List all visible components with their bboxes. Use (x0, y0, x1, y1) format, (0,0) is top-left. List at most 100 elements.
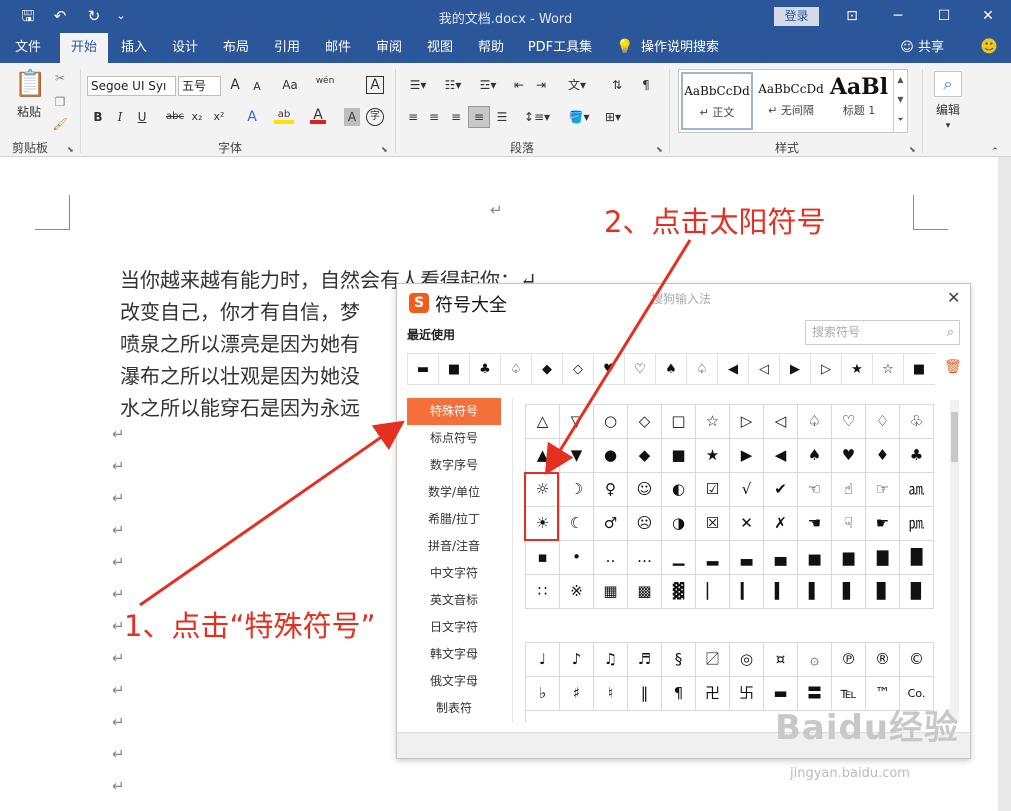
category-item[interactable]: 中文字符 (407, 560, 501, 587)
symbol-cell[interactable]: ◆ (628, 439, 662, 473)
tab-design[interactable]: 设计 (163, 33, 207, 63)
style-normal[interactable]: AaBbCcDd ↵ 正文 (681, 72, 753, 130)
symbol-cell[interactable]: ▪ (526, 541, 560, 575)
scroll-thumb[interactable] (951, 412, 958, 462)
symbol-cell[interactable]: ☽ (560, 473, 594, 507)
undo-icon[interactable]: ↶ (48, 6, 72, 26)
search-icon[interactable]: ⌕ (947, 321, 954, 344)
tell-me-search[interactable]: 操作说明搜索 (640, 33, 720, 63)
symbol-cell[interactable]: ♣ (900, 439, 934, 473)
symbol-cell[interactable]: ▷ (730, 405, 764, 439)
font-launcher-icon[interactable]: ⬊ (381, 145, 388, 154)
symbol-cell[interactable]: ® (866, 643, 900, 677)
symbol-cell[interactable]: ▆ (832, 541, 866, 575)
styles-scroll-icon[interactable]: ▲ ▼ ⏷ (893, 70, 907, 132)
recent-symbol[interactable]: ♠ (655, 354, 686, 385)
symbol-cell[interactable]: ▃ (730, 541, 764, 575)
symbol-cell[interactable]: ☒ (696, 507, 730, 541)
symbol-cell[interactable]: ☺ (628, 473, 662, 507)
symbol-cell[interactable]: ▦ (594, 575, 628, 609)
symbol-cell[interactable]: ☛ (866, 507, 900, 541)
symbol-cell[interactable]: ♫ (594, 643, 628, 677)
symbol-cell[interactable]: ♥ (832, 439, 866, 473)
symbol-cell[interactable]: ♢ (866, 405, 900, 439)
increase-indent-icon[interactable]: ⇥ (532, 76, 550, 94)
font-name-select[interactable]: Segoe UI Syı (87, 76, 176, 96)
close-window-icon[interactable]: ✕ (965, 0, 1011, 33)
recent-symbol[interactable]: ☆ (872, 354, 903, 385)
symbol-cell[interactable]: ♦ (866, 439, 900, 473)
recent-symbol[interactable]: ◆ (531, 354, 562, 385)
font-size-select[interactable]: 五号 (178, 76, 221, 96)
symbol-cell[interactable]: ☾ (560, 507, 594, 541)
category-item[interactable]: 标点符号 (407, 425, 501, 452)
symbol-cell[interactable]: ▋ (832, 575, 866, 609)
symbol-cell[interactable]: ☞ (866, 473, 900, 507)
recent-symbol[interactable]: ▷ (810, 354, 841, 385)
change-case-icon[interactable]: Aa (278, 76, 302, 94)
symbol-cell[interactable]: ▓ (662, 575, 696, 609)
symbol-cell[interactable]: ♯ (560, 677, 594, 711)
align-center-icon[interactable]: ≡ (425, 108, 443, 126)
asian-layout-icon[interactable]: 文▾ (564, 76, 590, 94)
highlight-color-icon[interactable]: ab (274, 106, 294, 124)
symbol-cell[interactable]: ◁ (764, 405, 798, 439)
symbol-cell[interactable]: ¤ (764, 643, 798, 677)
copy-icon[interactable]: ❐ (52, 93, 68, 111)
subscript-button[interactable]: x₂ (189, 108, 205, 126)
category-item[interactable]: 日文字符 (407, 614, 501, 641)
symbol-cell[interactable]: ▎ (730, 575, 764, 609)
symbol-cell[interactable]: ▄ (764, 541, 798, 575)
tab-file[interactable]: 文件 (6, 33, 50, 63)
symbol-cell[interactable]: ★ (696, 439, 730, 473)
symbol-cell[interactable]: ▼ (560, 439, 594, 473)
save-icon[interactable]: 🖫 (18, 6, 38, 26)
symbol-cell[interactable]: ♠ (798, 439, 832, 473)
tab-review[interactable]: 审阅 (367, 33, 411, 63)
symbol-cell[interactable]: ✔ (764, 473, 798, 507)
strikethrough-button[interactable]: abc (164, 108, 186, 126)
symbol-cell[interactable]: ☹ (628, 507, 662, 541)
decrease-indent-icon[interactable]: ⇤ (510, 76, 528, 94)
cut-icon[interactable]: ✂ (52, 69, 68, 87)
symbol-cell[interactable]: § (662, 643, 696, 677)
category-item[interactable]: 俄文字母 (407, 668, 501, 695)
symbol-cell[interactable]: █ (900, 541, 934, 575)
symbol-cell[interactable]: ☚ (798, 507, 832, 541)
enclose-characters-icon[interactable]: 字 (366, 108, 384, 126)
symbol-cell[interactable]: ‖ (628, 677, 662, 711)
doc-text-line[interactable]: 改变自己，你才有自信，梦 (120, 296, 360, 325)
symbol-cell[interactable]: ◀ (764, 439, 798, 473)
recent-symbol[interactable]: ■ (903, 354, 934, 385)
tab-pdf-tools[interactable]: PDF工具集 (522, 33, 598, 63)
symbol-cell[interactable]: 卐 (730, 677, 764, 711)
symbol-cell[interactable]: ▉ (900, 575, 934, 609)
symbol-cell[interactable]: ۞ (798, 643, 832, 677)
symbol-cell[interactable]: ☟ (832, 507, 866, 541)
ribbon-display-options-icon[interactable]: ⊡ (829, 0, 875, 33)
doc-text-line[interactable]: 瀑布之所以壮观是因为她没 (120, 360, 360, 389)
tab-help[interactable]: 帮助 (469, 33, 513, 63)
shading-icon[interactable]: 🪣▾ (566, 108, 592, 126)
show-formatting-marks-icon[interactable]: ¶ (637, 76, 655, 94)
symbol-cell[interactable]: ◎ (730, 643, 764, 677)
format-painter-icon[interactable]: 🖌 (52, 115, 68, 133)
symbol-cell[interactable]: ♧ (900, 405, 934, 439)
symbol-cell[interactable]: ▏ (696, 575, 730, 609)
italic-button[interactable]: I (113, 108, 127, 126)
chevron-down-icon[interactable]: ▾ (940, 117, 956, 135)
symbol-cell[interactable]: ■ (662, 439, 696, 473)
align-left-icon[interactable]: ≡ (404, 108, 422, 126)
category-item[interactable]: 制表符 (407, 695, 501, 722)
symbol-cell[interactable]: ㏘ (900, 507, 934, 541)
find-icon[interactable]: ⌕ (934, 71, 962, 97)
superscript-button[interactable]: x² (211, 108, 227, 126)
tab-view[interactable]: 视图 (418, 33, 462, 63)
style-heading-1[interactable]: AaBl 标题 1 (829, 72, 889, 130)
symbol-cell[interactable]: ¶ (662, 677, 696, 711)
style-no-spacing[interactable]: AaBbCcDd ↵ 无间隔 (755, 72, 827, 130)
recent-symbol[interactable]: ▬ (407, 354, 438, 385)
numbering-icon[interactable]: ☷▾ (440, 76, 466, 94)
bullets-icon[interactable]: ☰▾ (405, 76, 431, 94)
symbol-cell[interactable]: ○ (594, 405, 628, 439)
